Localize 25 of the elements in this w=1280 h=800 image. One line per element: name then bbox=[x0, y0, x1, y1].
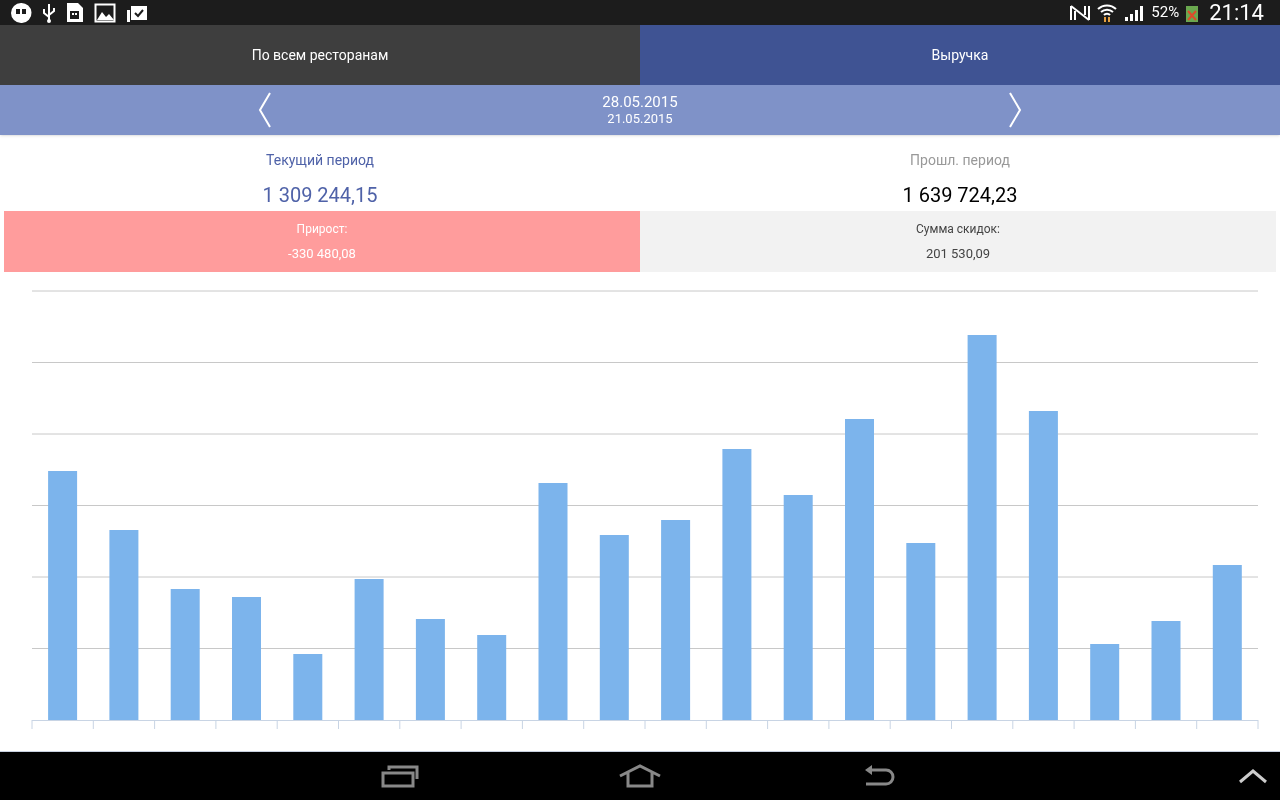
battery-percent: 52% bbox=[1151, 2, 1180, 24]
stat-value: -330 480,08 bbox=[288, 244, 356, 263]
mute-icon bbox=[1069, 3, 1092, 22]
tab[interactable]: Выручка bbox=[640, 25, 1280, 85]
period-value: 1 309 244,15 bbox=[262, 182, 378, 209]
stat-label: Сумма скидок: bbox=[916, 220, 1000, 238]
usb-icon bbox=[42, 2, 56, 23]
chevron-up-icon[interactable] bbox=[1238, 768, 1268, 784]
stat-label: Прирост: bbox=[296, 220, 348, 238]
period-value: 1 639 724,23 bbox=[902, 182, 1018, 209]
period-label: Прошл. период bbox=[910, 151, 1010, 170]
tab[interactable]: По всем ресторанам bbox=[0, 25, 640, 85]
image-icon bbox=[94, 2, 116, 23]
period-label: Текущий период bbox=[266, 151, 374, 170]
stat-value: 201 530,09 bbox=[925, 244, 991, 263]
chevron-left-icon[interactable] bbox=[258, 92, 272, 128]
start-date: 21.05.2015 bbox=[607, 111, 673, 128]
chart-bar bbox=[293, 654, 323, 720]
recent-apps-icon[interactable] bbox=[381, 764, 419, 788]
home-icon[interactable] bbox=[618, 764, 662, 788]
chevron-right-icon[interactable] bbox=[1008, 92, 1022, 128]
clock: 21:14 bbox=[1209, 1, 1264, 24]
signal-icon bbox=[1123, 3, 1146, 22]
end-date: 28.05.2015 bbox=[602, 92, 678, 112]
wifi-icon bbox=[1097, 2, 1118, 23]
